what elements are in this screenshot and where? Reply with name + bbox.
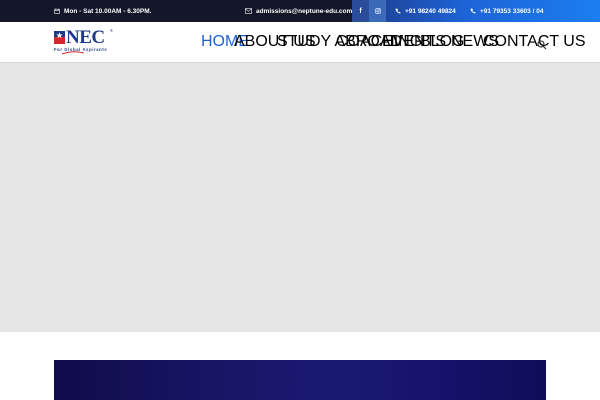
phone-text-1: +91 98240 49824 bbox=[405, 7, 456, 15]
calendar-icon bbox=[54, 8, 60, 14]
content-banner bbox=[54, 360, 546, 400]
facebook-link[interactable]: f bbox=[352, 0, 369, 22]
phone-link-2[interactable]: +91 79353 33603 / 04 bbox=[470, 0, 543, 22]
logo-registered-mark: ® bbox=[110, 28, 113, 33]
email-text: admissions@neptune-edu.com bbox=[256, 7, 353, 15]
phone-icon bbox=[395, 8, 401, 14]
search-icon bbox=[537, 40, 547, 50]
office-hours: Mon - Sat 10.00AM - 6.30PM. bbox=[54, 0, 151, 22]
facebook-icon: f bbox=[359, 7, 362, 15]
phone-text-2: +91 79353 33603 / 04 bbox=[480, 7, 544, 15]
phone-icon bbox=[470, 8, 476, 14]
main-header: NEC ® For Global Aspirants HOME ABOUT US… bbox=[0, 22, 600, 62]
email-link[interactable]: admissions@neptune-edu.com bbox=[245, 0, 352, 22]
top-bar: Mon - Sat 10.00AM - 6.30PM. admissions@n… bbox=[0, 0, 600, 22]
star-flag-icon bbox=[54, 31, 65, 44]
logo-wordmark: NEC bbox=[66, 27, 105, 48]
envelope-icon bbox=[245, 8, 252, 14]
instagram-link[interactable] bbox=[369, 0, 386, 22]
instagram-icon bbox=[374, 8, 381, 14]
hero-slider bbox=[0, 62, 600, 332]
nav-contact-us-label: CONTACT US bbox=[483, 33, 586, 50]
nav-contact-us[interactable]: CONTACT US bbox=[483, 22, 586, 62]
search-button[interactable] bbox=[537, 37, 547, 50]
site-logo[interactable]: NEC ® For Global Aspirants bbox=[54, 28, 116, 56]
phone-link-1[interactable]: +91 98240 49824 bbox=[395, 0, 456, 22]
logo-swoosh bbox=[62, 51, 84, 55]
office-hours-text: Mon - Sat 10.00AM - 6.30PM. bbox=[64, 7, 152, 15]
